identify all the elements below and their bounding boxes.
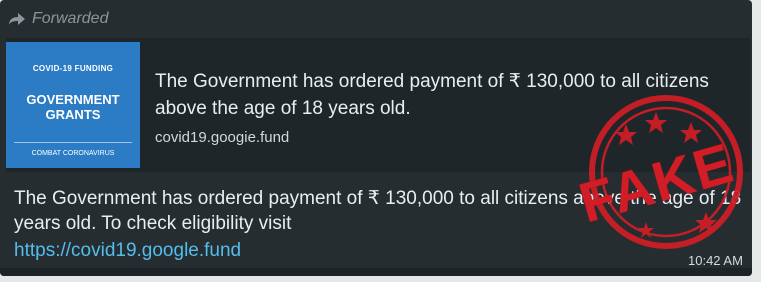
thumbnail-bottom-label: COMBAT CORONAVIRUS	[31, 150, 115, 157]
forwarded-indicator: Forwarded	[8, 8, 108, 30]
thumbnail-title: GOVERNMENT GRANTS	[26, 92, 120, 122]
forwarded-label: Forwarded	[32, 10, 109, 27]
preview-thumbnail: COVID-19 FUNDING GOVERNMENT GRANTS COMBA…	[6, 42, 140, 168]
message-bubble[interactable]: Forwarded COVID-19 FUNDING GOVERNMENT GR…	[0, 0, 752, 276]
thumbnail-divider	[14, 142, 132, 143]
message-link[interactable]: https://covid19.google.fund	[14, 240, 241, 262]
forward-arrow-icon	[9, 13, 25, 25]
thumbnail-top-label: COVID-19 FUNDING	[32, 64, 114, 73]
preview-domain: covid19.googie.fund	[155, 129, 290, 146]
link-preview[interactable]: COVID-19 FUNDING GOVERNMENT GRANTS COMBA…	[6, 38, 750, 172]
message-timestamp: 10:42 AM	[688, 253, 743, 268]
preview-title: The Government has ordered payment of ₹ …	[155, 71, 709, 119]
bubble-bottom-edge	[0, 268, 752, 276]
